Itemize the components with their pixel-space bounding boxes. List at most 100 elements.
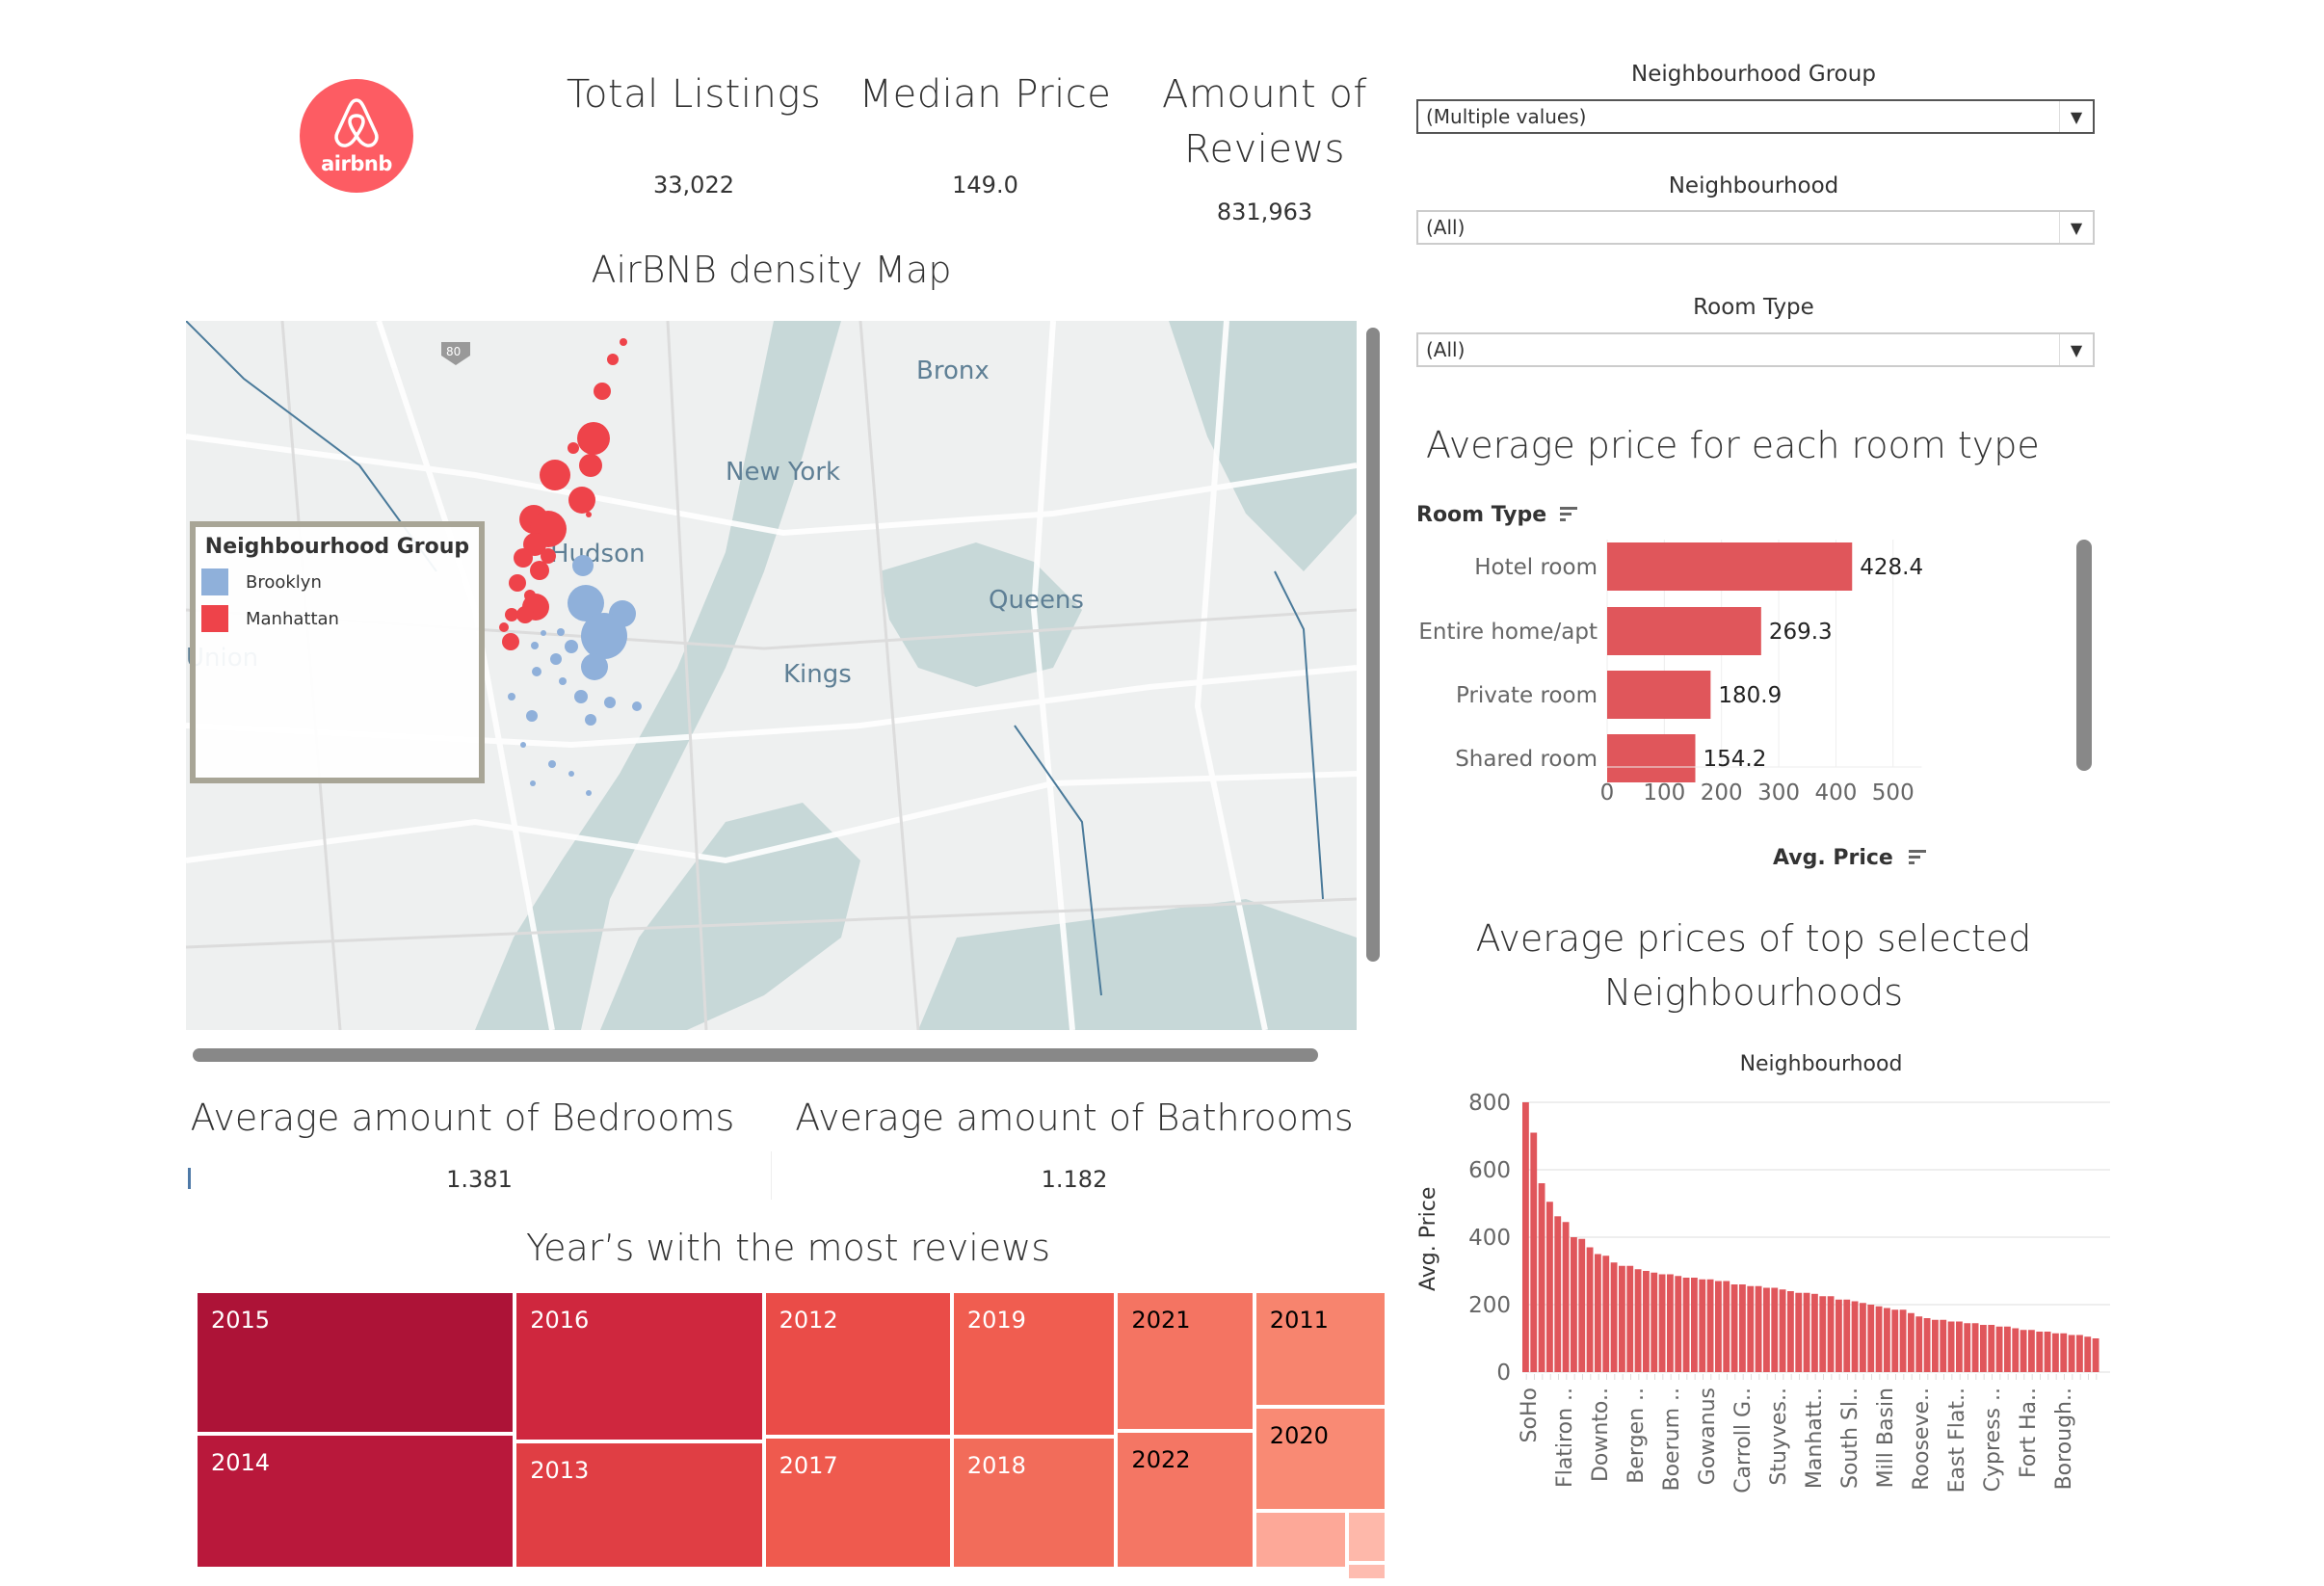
bar	[2044, 1332, 2051, 1372]
category-label: Fort Ha..	[2017, 1388, 2041, 1478]
bar	[1763, 1287, 1770, 1372]
bar	[1867, 1305, 1875, 1372]
map-point	[516, 606, 534, 623]
bar	[1860, 1303, 1866, 1372]
treemap-cell-2013[interactable]: 2013	[515, 1441, 764, 1569]
bar	[1607, 542, 1853, 591]
treemap-cell-2017[interactable]: 2017	[763, 1437, 952, 1569]
treemap-cell-2015[interactable]: 2015	[196, 1291, 515, 1435]
category-label: Bergen ..	[1624, 1388, 1649, 1484]
bar	[1723, 1281, 1730, 1372]
bar	[1875, 1306, 1883, 1372]
airbnb-belo-icon	[334, 98, 379, 147]
bar	[1522, 1102, 1529, 1372]
treemap-cell-2019[interactable]: 2019	[951, 1291, 1117, 1438]
y-tick-label: 0	[1496, 1361, 1511, 1386]
category-label: Stuyves..	[1767, 1388, 1791, 1486]
kpi-median-price-title: Median Price	[858, 72, 1112, 117]
legend-title: Neighbourhood Group	[204, 535, 470, 559]
bar	[1586, 1247, 1594, 1372]
treemap-cell-2018[interactable]: 2018	[951, 1437, 1117, 1569]
bar	[1980, 1325, 1987, 1372]
treemap-cell-2016[interactable]: 2016	[515, 1291, 764, 1441]
map-title: AirBNB density Map	[591, 249, 952, 291]
reviews-by-year-treemap: 2015 2014 2016 2013 2012 2017 2019 2018 2021 2022…	[196, 1291, 1386, 1581]
svg-text:80: 80	[446, 345, 461, 358]
neighbourhood-chart-title-line2: Neighbourhoods	[1603, 971, 1904, 1014]
neighbourhood-dropdown[interactable]: (All) ▼	[1416, 210, 2095, 245]
treemap-cell-2020[interactable]: 2020	[1254, 1406, 1386, 1511]
chevron-down-icon[interactable]: ▼	[2059, 212, 2093, 243]
map-point	[532, 667, 541, 676]
value-label: 428.4	[1860, 555, 1923, 580]
bar	[1988, 1325, 1995, 1372]
treemap-cell-2021[interactable]: 2021	[1116, 1291, 1254, 1432]
category-label: Manhatt..	[1803, 1388, 1827, 1489]
treemap-title: Year’s with the most reviews	[525, 1227, 1051, 1269]
chevron-down-icon[interactable]: ▼	[2059, 334, 2093, 365]
label-hudson: Hudson	[550, 540, 645, 568]
map-point	[505, 608, 518, 621]
legend-label: Brooklyn	[246, 571, 322, 593]
density-map[interactable]: Bronx New York Hudson Queens Union Kings…	[186, 321, 1357, 1030]
bar	[1538, 1183, 1545, 1372]
treemap-cell-2014[interactable]: 2014	[196, 1434, 515, 1569]
bar	[1546, 1202, 1553, 1372]
map-legend: Neighbourhood Group Brooklyn Manhattan	[190, 521, 485, 783]
room-chart-scrollbar[interactable]	[2076, 540, 2092, 771]
bar	[2076, 1335, 2083, 1372]
treemap-cell-2022[interactable]: 2022	[1116, 1431, 1254, 1569]
map-point	[548, 760, 556, 768]
bar	[1667, 1274, 1674, 1372]
treemap-cell[interactable]	[1254, 1510, 1348, 1569]
map-horizontal-scrollbar[interactable]	[193, 1048, 1318, 1062]
map-point	[579, 454, 602, 477]
bar	[1995, 1326, 2003, 1372]
bar	[1607, 671, 1711, 719]
map-point	[508, 693, 515, 700]
legend-item-manhattan[interactable]: Manhattan	[201, 605, 479, 632]
bar	[1715, 1281, 1722, 1372]
legend-label: Manhattan	[246, 608, 339, 629]
chevron-down-icon[interactable]: ▼	[2059, 101, 2093, 132]
treemap-cell[interactable]	[1347, 1510, 1386, 1564]
neighbourhood-group-dropdown[interactable]: (Multiple values) ▼	[1416, 99, 2095, 134]
label-kings: Kings	[783, 660, 852, 689]
map-point	[581, 653, 608, 680]
long-island-sound	[1169, 321, 1357, 571]
room-type-value: (All)	[1426, 338, 1466, 361]
map-point	[581, 613, 627, 659]
map-vertical-scrollbar[interactable]	[1366, 328, 1380, 962]
bar	[1884, 1308, 1890, 1372]
neighbourhood-group-value: (Multiple values)	[1426, 105, 1587, 128]
bar	[1915, 1316, 1923, 1372]
avg-price-axis-title: Avg. Price	[1773, 846, 1926, 871]
treemap-cell-2012[interactable]: 2012	[763, 1291, 952, 1438]
bar	[1610, 1262, 1618, 1372]
bar	[1571, 1237, 1577, 1372]
bar	[1682, 1278, 1690, 1372]
x-tick-label: 200	[1701, 780, 1743, 806]
sort-icon[interactable]	[1908, 847, 1926, 871]
metric-divider	[771, 1151, 772, 1200]
jamaica-bay	[918, 899, 1357, 1030]
treemap-cell[interactable]	[1347, 1563, 1386, 1581]
bar	[1956, 1321, 1963, 1372]
room-type-dropdown[interactable]: (All) ▼	[1416, 332, 2095, 367]
neighbourhood-chart-title-line1: Average prices of top selected	[1475, 917, 2032, 960]
map-point	[632, 701, 642, 711]
map-point	[531, 642, 539, 649]
legend-swatch	[201, 568, 228, 595]
logo-wordmark: airbnb	[321, 152, 392, 175]
room-type-chart-title: Average price for each room type	[1426, 424, 2040, 466]
legend-item-brooklyn[interactable]: Brooklyn	[201, 568, 479, 595]
filter-neighbourhood-label: Neighbourhood	[1668, 173, 1839, 198]
kpi-total-listings-value: 33,022	[653, 172, 734, 198]
treemap-cell-2011[interactable]: 2011	[1254, 1291, 1386, 1407]
bar	[1787, 1291, 1794, 1372]
map-point	[568, 487, 595, 514]
bar	[2004, 1326, 2011, 1372]
map-point	[530, 561, 549, 580]
bar	[1554, 1216, 1562, 1372]
bar	[1747, 1285, 1755, 1372]
